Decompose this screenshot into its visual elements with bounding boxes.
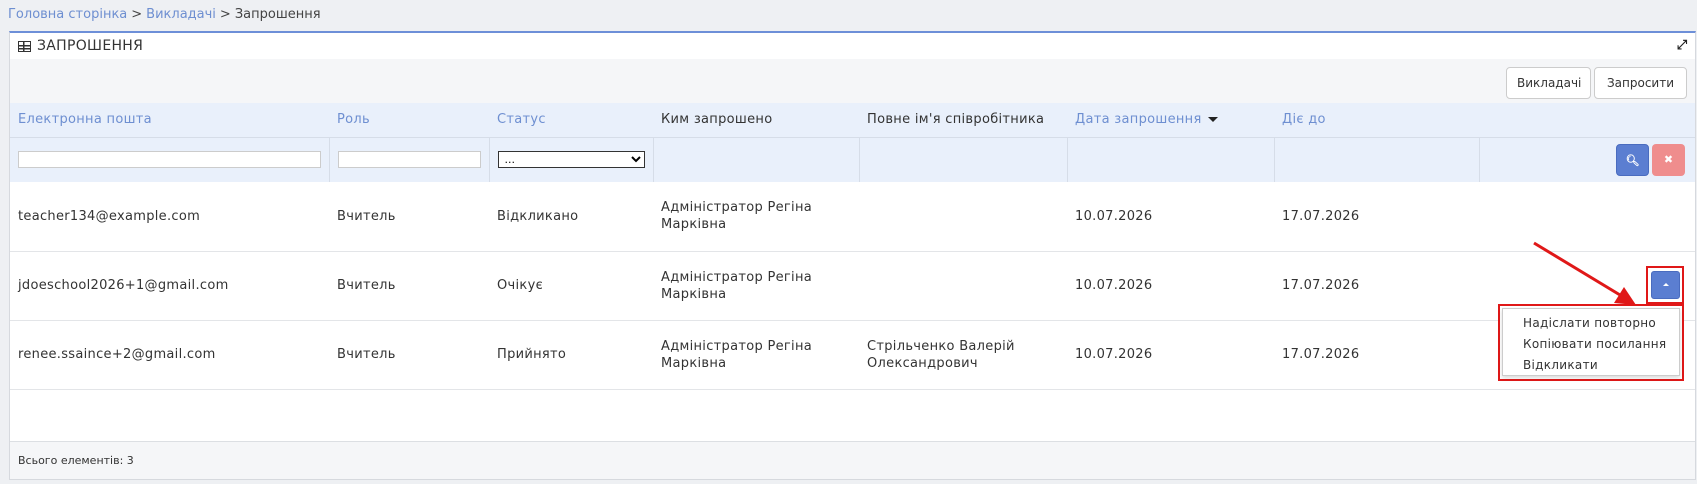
row-actions-dropdown: Надіслати повторно Копіювати посилання В… [1498,304,1684,381]
dropdown-menu: Надіслати повторно Копіювати посилання В… [1502,308,1680,376]
annotation-arrow [1533,241,1636,305]
menu-item-resend[interactable]: Надіслати повторно [1523,316,1656,330]
menu-item-copy-link[interactable]: Копіювати посилання [1523,337,1666,351]
annotation-arrow-head [1614,287,1636,305]
menu-item-revoke[interactable]: Відкликати [1523,358,1598,372]
row-actions-toggle-button[interactable] [1651,271,1680,299]
chevron-up-icon [1663,283,1669,286]
annotation-arrow-line [1533,241,1626,300]
